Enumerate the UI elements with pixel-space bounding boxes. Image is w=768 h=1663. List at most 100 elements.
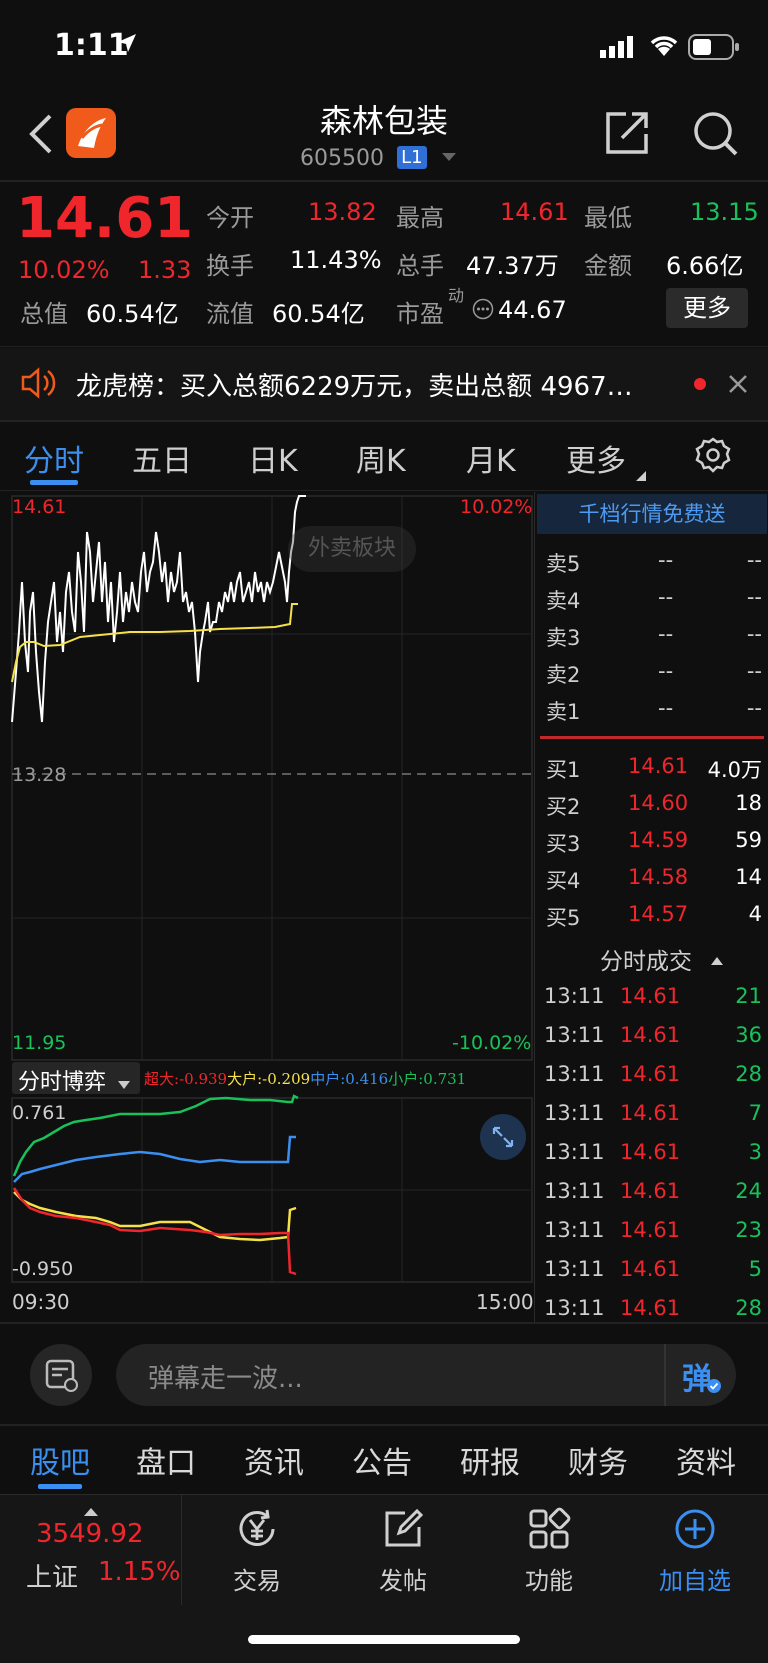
- mcap-label: 总值: [20, 300, 68, 328]
- tab-active-underline: [30, 480, 78, 485]
- index-pct: 1.15%: [98, 1557, 181, 1587]
- axis-bottom-pct: -10.02%: [452, 1032, 532, 1054]
- orderbook-divider: [540, 736, 764, 739]
- last-price: 14.61: [16, 186, 194, 251]
- danmu-send-divider: [664, 1344, 666, 1406]
- tab-fenshi[interactable]: 分时: [24, 436, 84, 480]
- ask-row: 卖2 -- --: [546, 659, 762, 687]
- tab-announcement[interactable]: 公告: [352, 1438, 412, 1482]
- tab-month-k[interactable]: 月K: [466, 436, 516, 480]
- nav-add-watchlist-label: 加自选: [659, 1567, 731, 1595]
- tab-five-day[interactable]: 五日: [132, 436, 192, 480]
- bid-row: 买3 14.59 59: [546, 828, 762, 856]
- time-start: 09:30: [12, 1290, 70, 1314]
- app-root: { "status": {"time": "1:11"}, "header": …: [0, 0, 768, 1663]
- trade-row: 13:11 14.61 36: [544, 1023, 762, 1047]
- level-badge: L1: [397, 146, 427, 169]
- info-dots-icon[interactable]: [472, 298, 494, 324]
- tab-news[interactable]: 资讯: [244, 1438, 304, 1482]
- high-value: 14.61: [500, 198, 569, 226]
- legend-small: 小户:0.731: [388, 1070, 467, 1088]
- tab-more-caret-icon: [636, 466, 646, 485]
- nav-trade[interactable]: 交易: [202, 1505, 312, 1605]
- danmu-bar: 弹幕走一波... 弹: [0, 1324, 768, 1424]
- stock-code-row[interactable]: 605500 L1: [300, 146, 456, 176]
- nav-functions-label: 功能: [525, 1567, 573, 1595]
- wifi-icon: [648, 34, 680, 62]
- pe-superscript: 动: [448, 286, 465, 305]
- bid-row: 买2 14.60 18: [546, 791, 762, 819]
- expand-icon[interactable]: [480, 1114, 526, 1160]
- low-label: 最低: [584, 204, 632, 232]
- notice-bar[interactable]: 龙虎榜：买入总额6229万元，卖出总额 4967…: [0, 348, 768, 420]
- volume-label: 总手: [396, 252, 444, 280]
- index-widget[interactable]: 3549.92 上证 1.15%: [0, 1495, 182, 1605]
- ask-row: 卖5 -- --: [546, 548, 762, 576]
- float-label: 流值: [206, 300, 254, 328]
- trade-row: 13:11 14.61 3: [544, 1140, 762, 1164]
- danmu-input[interactable]: 弹幕走一波... 弹: [116, 1344, 736, 1406]
- close-icon[interactable]: [728, 374, 748, 398]
- edit-icon: [385, 1508, 424, 1547]
- amount-value: 6.66亿: [666, 252, 744, 280]
- tab-guba-underline: [38, 1484, 82, 1489]
- notice-text-row: 龙虎榜：买入总额6229万元，卖出总额 4967…: [76, 366, 633, 403]
- tab-more[interactable]: 更多: [566, 436, 626, 480]
- trade-row: 13:11 14.61 23: [544, 1218, 762, 1242]
- caret-up-icon: [711, 945, 724, 971]
- tab-profile[interactable]: 资料: [676, 1438, 736, 1482]
- danmu-settings-button[interactable]: [30, 1344, 92, 1406]
- search-icon[interactable]: [692, 110, 740, 162]
- trade-row: 13:11 14.61 24: [544, 1179, 762, 1203]
- settings-icon[interactable]: [694, 436, 732, 478]
- tab-pankou[interactable]: 盘口: [136, 1438, 196, 1482]
- volume-value: 47.37万: [466, 252, 559, 280]
- header: 森林包装 605500 L1: [0, 90, 768, 180]
- legend-large: 大户:-0.209: [227, 1070, 311, 1088]
- tab-guba[interactable]: 股吧: [30, 1438, 90, 1482]
- trade-row: 13:11 14.61 5: [544, 1257, 762, 1281]
- trades-title: 分时成交: [600, 949, 692, 975]
- flow-legend: 超大:-0.939大户:-0.209中户:0.416小户:0.731: [144, 1068, 466, 1089]
- axis-top-pct: 10.02%: [460, 496, 533, 518]
- tab-finance[interactable]: 财务: [568, 1438, 628, 1482]
- nav-post[interactable]: 发帖: [348, 1505, 458, 1605]
- pe-value: 44.67: [498, 296, 567, 324]
- battery-icon: [688, 34, 740, 64]
- divider: [0, 346, 768, 347]
- sector-watermark[interactable]: 外卖板块: [288, 526, 417, 572]
- nav-post-label: 发帖: [379, 1567, 427, 1595]
- promo-banner[interactable]: 千档行情免费送: [537, 494, 767, 534]
- float-value: 60.54亿: [272, 300, 365, 328]
- trades-header[interactable]: 分时成交: [600, 942, 724, 976]
- axis-top-price: 14.61: [12, 496, 67, 518]
- tab-research[interactable]: 研报: [460, 1438, 520, 1482]
- flow-select-label: 分时博弈: [18, 1070, 107, 1095]
- change-value: 1.33: [138, 256, 192, 284]
- ask-row: 卖4 -- --: [546, 585, 762, 613]
- axis-bottom-price: 11.95: [12, 1032, 67, 1054]
- nav-functions[interactable]: 功能: [494, 1505, 604, 1605]
- trade-row: 13:11 14.61 21: [544, 984, 762, 1008]
- flow-axis-top: 0.761: [12, 1102, 67, 1124]
- turnover-value: 11.43%: [290, 246, 382, 274]
- flow-axis-bottom: -0.950: [12, 1258, 74, 1280]
- ask-row: 卖3 -- --: [546, 622, 762, 650]
- unread-dot: [694, 378, 706, 390]
- chart-tabs: 分时 五日 日K 周K 月K 更多: [0, 422, 768, 490]
- quote-panel: 14.61 10.02% 1.33 今开 13.82 最高 14.61 最低 1…: [0, 182, 768, 344]
- intraday-chart[interactable]: 14.61 10.02% 13.28 11.95 -10.02% 外卖板块 分时…: [0, 492, 534, 1322]
- nav-trade-label: 交易: [233, 1567, 281, 1595]
- nav-add-watchlist[interactable]: 加自选: [640, 1505, 750, 1605]
- content-tabs: 股吧 盘口 资讯 公告 研报 财务 资料: [0, 1426, 768, 1490]
- bid-row: 买5 14.57 4: [546, 902, 762, 930]
- share-icon[interactable]: [604, 110, 650, 160]
- more-button[interactable]: 更多: [666, 288, 748, 328]
- time-end: 15:00: [476, 1290, 534, 1314]
- caret-up-icon: [84, 1501, 98, 1520]
- tab-day-k[interactable]: 日K: [248, 436, 298, 480]
- flow-select[interactable]: 分时博弈: [12, 1062, 140, 1095]
- legend-super: 超大:-0.939: [144, 1070, 228, 1088]
- bid-row: 买4 14.58 14: [546, 865, 762, 893]
- tab-week-k[interactable]: 周K: [356, 436, 406, 480]
